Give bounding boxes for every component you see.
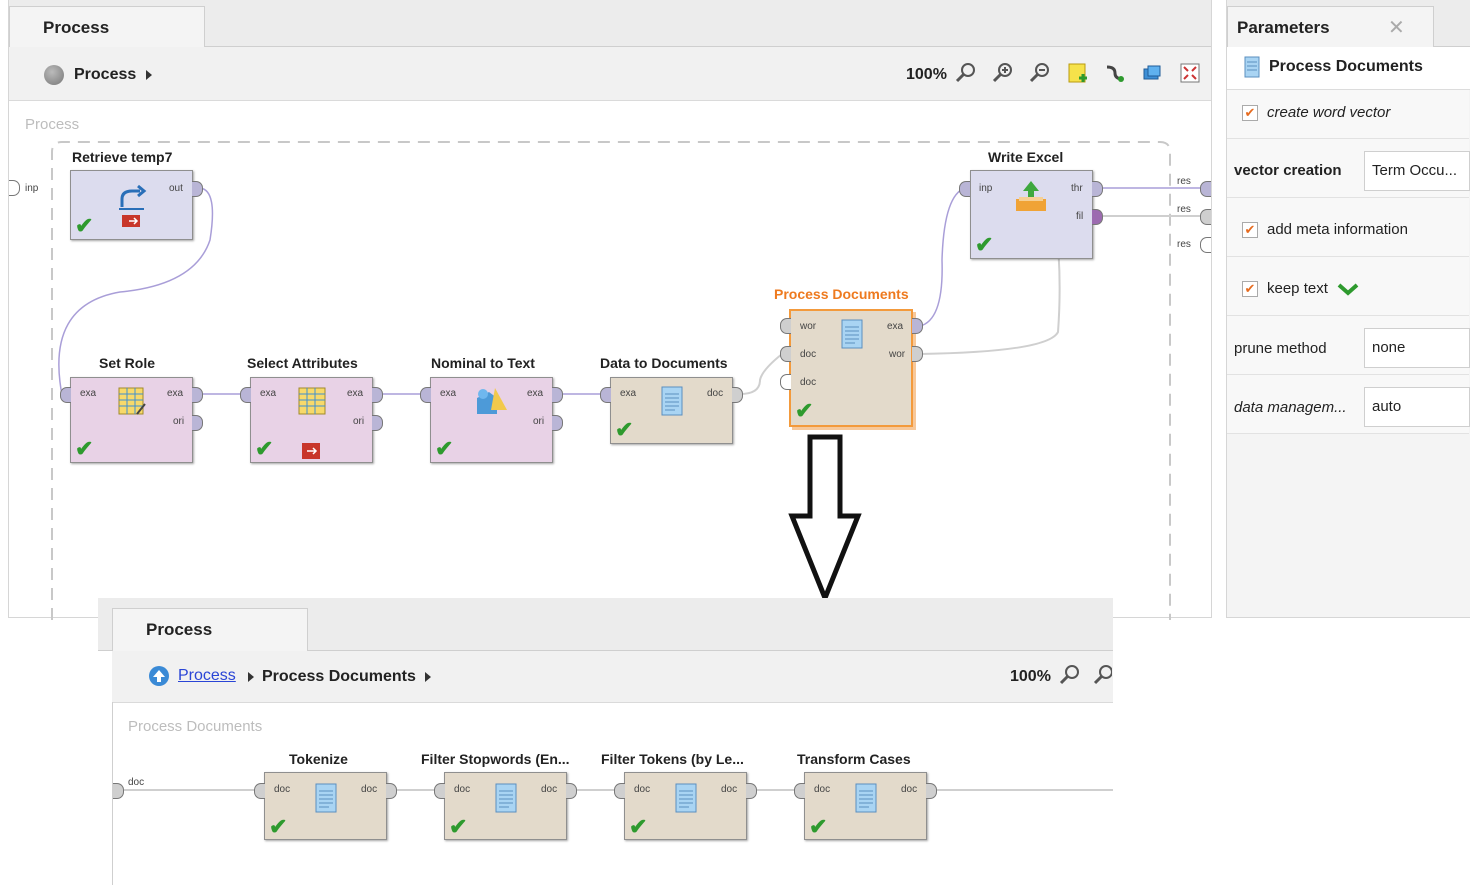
filter-tokens-in-label: doc: [634, 784, 651, 795]
document-icon: [855, 783, 877, 813]
operator-tokenize[interactable]: doc doc ✔: [264, 772, 387, 840]
tokenize-title: Tokenize: [289, 751, 348, 767]
tokenize-check-icon: ✔: [269, 814, 288, 839]
filter-stopwords-in-label: doc: [454, 784, 471, 795]
filter-stopwords-in-port[interactable]: [434, 783, 445, 799]
transform-cases-check-icon: ✔: [809, 814, 828, 839]
transform-cases-title: Transform Cases: [797, 751, 911, 767]
transform-cases-out-label: doc: [901, 784, 918, 795]
tokenize-in-label: doc: [274, 784, 291, 795]
operator-transform-cases[interactable]: doc doc ✔: [804, 772, 927, 840]
tokenize-in-port[interactable]: [254, 783, 265, 799]
document-icon: [495, 783, 517, 813]
filter-tokens-in-port[interactable]: [614, 783, 625, 799]
tokenize-out-label: doc: [361, 784, 378, 795]
filter-stopwords-check-icon: ✔: [449, 814, 468, 839]
document-icon: [315, 783, 337, 813]
filter-stopwords-out-label: doc: [541, 784, 558, 795]
document-icon: [675, 783, 697, 813]
filter-tokens-check-icon: ✔: [629, 814, 648, 839]
operator-filter-tokens[interactable]: doc doc ✔: [624, 772, 747, 840]
operator-filter-stopwords[interactable]: doc doc ✔: [444, 772, 567, 840]
transform-cases-in-port[interactable]: [794, 783, 805, 799]
filter-stopwords-title: Filter Stopwords (En...: [421, 751, 570, 767]
transform-cases-in-label: doc: [814, 784, 831, 795]
filter-tokens-title: Filter Tokens (by Le...: [601, 751, 744, 767]
filter-tokens-out-label: doc: [721, 784, 738, 795]
subprocess-input-port-label: doc: [128, 777, 145, 788]
